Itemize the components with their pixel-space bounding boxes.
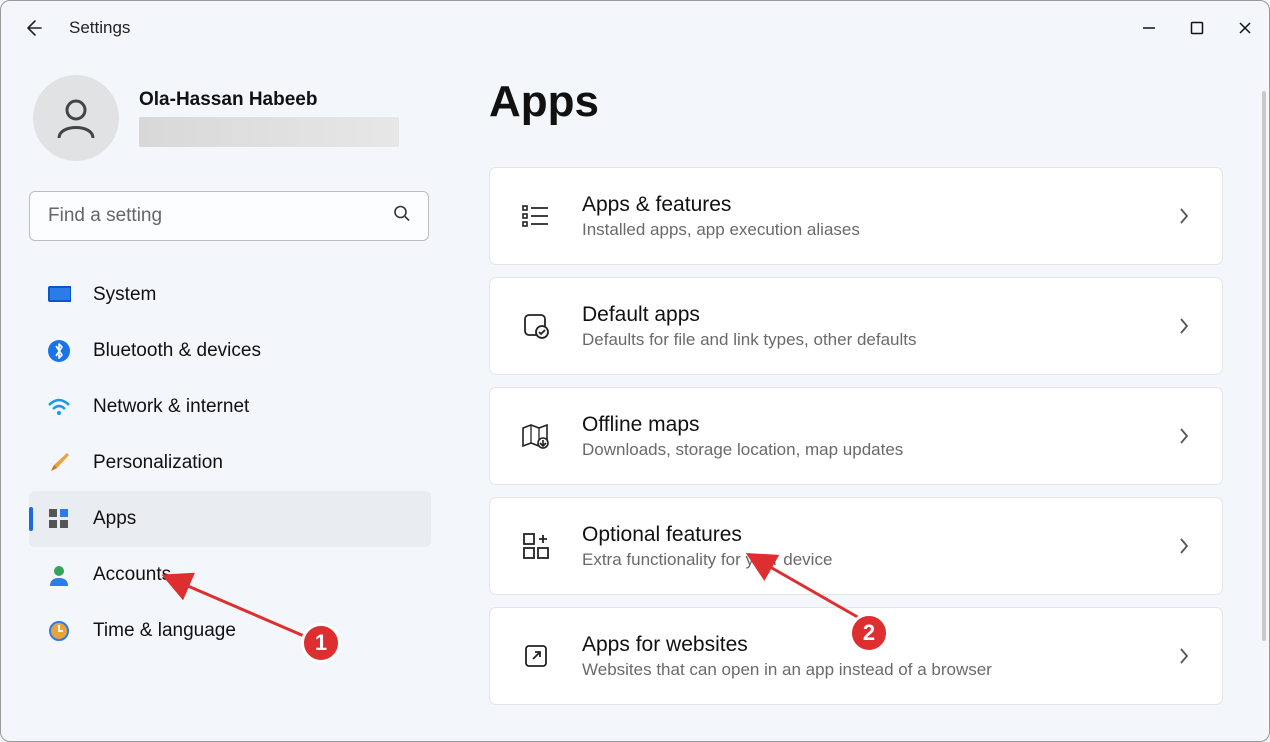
account-icon [47,563,71,587]
bluetooth-icon [47,339,71,363]
card-offline-maps[interactable]: Offline maps Downloads, storage location… [489,387,1223,485]
main-content: Apps Apps & features Installed apps, app… [431,55,1269,741]
card-title: Default apps [582,303,1174,327]
search-icon [393,205,411,228]
card-text: Apps for websites Websites that can open… [582,633,1174,680]
sidebar: Ola-Hassan Habeeb System [1,55,431,741]
card-text: Optional features Extra functionality fo… [582,523,1174,570]
sidebar-item-network[interactable]: Network & internet [29,379,431,435]
nav-label: Personalization [93,452,223,474]
card-sub: Defaults for file and link types, other … [582,330,1174,350]
default-app-icon [518,308,554,344]
grid-plus-icon [518,528,554,564]
person-icon [52,94,100,142]
card-apps-websites[interactable]: Apps for websites Websites that can open… [489,607,1223,705]
card-title: Optional features [582,523,1174,547]
wifi-icon [47,395,71,419]
maximize-button[interactable] [1173,9,1221,47]
card-default-apps[interactable]: Default apps Defaults for file and link … [489,277,1223,375]
card-text: Default apps Defaults for file and link … [582,303,1174,350]
minimize-button[interactable] [1125,9,1173,47]
titlebar-left: Settings [21,16,130,40]
map-icon [518,418,554,454]
chevron-right-icon [1174,316,1194,336]
titlebar: Settings [1,1,1269,55]
sidebar-item-bluetooth[interactable]: Bluetooth & devices [29,323,431,379]
search-input[interactable] [29,191,429,241]
settings-window: Settings Ola-Hassan Habeeb [0,0,1270,742]
card-sub: Installed apps, app execution aliases [582,220,1174,240]
monitor-icon [47,283,71,307]
nav-label: Bluetooth & devices [93,340,261,362]
close-button[interactable] [1221,9,1269,47]
app-title: Settings [69,18,130,38]
profile-email-redacted [139,117,399,147]
sidebar-item-system[interactable]: System [29,267,431,323]
search-wrap [29,191,429,241]
nav: System Bluetooth & devices Network & int… [29,267,431,659]
card-optional-features[interactable]: Optional features Extra functionality fo… [489,497,1223,595]
sidebar-item-apps[interactable]: Apps [29,491,431,547]
chevron-right-icon [1174,536,1194,556]
body: Ola-Hassan Habeeb System [1,55,1269,741]
chevron-right-icon [1174,206,1194,226]
card-apps-features[interactable]: Apps & features Installed apps, app exec… [489,167,1223,265]
profile-info: Ola-Hassan Habeeb [139,89,399,147]
card-sub: Extra functionality for your device [582,550,1174,570]
nav-label: Accounts [93,564,171,586]
nav-label: Time & language [93,620,236,642]
window-controls [1125,9,1269,47]
card-title: Offline maps [582,413,1174,437]
sidebar-item-personalization[interactable]: Personalization [29,435,431,491]
clock-globe-icon [47,619,71,643]
card-title: Apps & features [582,193,1174,217]
chevron-right-icon [1174,646,1194,666]
profile-name: Ola-Hassan Habeeb [139,89,399,111]
close-icon [1238,21,1252,35]
maximize-icon [1190,21,1204,35]
nav-label: Network & internet [93,396,249,418]
open-external-icon [518,638,554,674]
card-sub: Downloads, storage location, map updates [582,440,1174,460]
back-button[interactable] [21,16,45,40]
brush-icon [47,451,71,475]
minimize-icon [1142,21,1156,35]
profile-block[interactable]: Ola-Hassan Habeeb [29,75,431,161]
card-text: Offline maps Downloads, storage location… [582,413,1174,460]
card-sub: Websites that can open in an app instead… [582,660,1174,680]
card-text: Apps & features Installed apps, app exec… [582,193,1174,240]
chevron-right-icon [1174,426,1194,446]
nav-label: Apps [93,508,136,530]
card-title: Apps for websites [582,633,1174,657]
sidebar-item-accounts[interactable]: Accounts [29,547,431,603]
page-title: Apps [489,77,1223,127]
list-icon [518,198,554,234]
scrollbar[interactable] [1262,91,1266,641]
apps-icon [47,507,71,531]
avatar [33,75,119,161]
arrow-left-icon [23,18,43,38]
nav-label: System [93,284,156,306]
sidebar-item-time[interactable]: Time & language [29,603,431,659]
